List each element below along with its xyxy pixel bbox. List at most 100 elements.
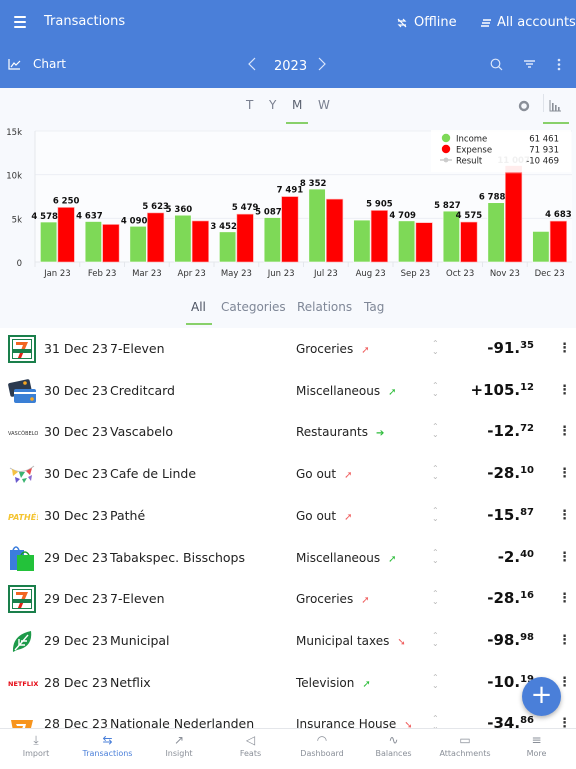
prev-year-button[interactable] [248,57,256,75]
income-bar [532,231,550,263]
reorder-handle-icon[interactable]: ⌃ ⌄ [432,423,439,439]
transaction-date: 28 Dec 23 [44,674,108,690]
reorder-handle-icon[interactable]: ⌃ ⌄ [432,381,439,398]
transaction-date: 29 Dec 23 [44,549,108,565]
transaction-category[interactable]: Groceries ➚ [296,342,370,356]
transaction-payee: Pathé [110,507,146,523]
svg-text:NETFLIX: NETFLIX [8,680,38,688]
more-vertical-icon[interactable]: ⋮ [558,675,571,690]
transaction-date: 30 Dec 23 [44,382,108,398]
reorder-handle-icon[interactable]: ⌃ ⌄ [432,548,439,565]
search-button[interactable] [490,58,503,75]
transaction-payee: Cafe de Linde [110,466,197,482]
transaction-row[interactable]: 30 Dec 23 Creditcard Miscellaneous ➚ ⌃ ⌄ +105.… [0,370,576,412]
filter-tab-tag[interactable]: Tag [364,300,384,314]
reorder-handle-icon[interactable]: ⌃ ⌄ [432,465,439,481]
more-vertical-icon[interactable]: ⋮ [558,466,571,481]
search-icon [490,58,503,71]
transaction-category[interactable]: Miscellaneous ➚ [296,551,397,565]
period-tab-t[interactable]: T [246,98,253,112]
transaction-category[interactable]: Municipal taxes ➘ [296,634,406,648]
nav-feats[interactable]: ◁ Feats [215,729,287,769]
chart-toggle-button[interactable]: Chart [8,57,66,71]
transaction-row[interactable]: NETFLIX 28 Dec 23 Netflix Television ➚ ⌃ ⌄ -10.… [0,662,576,704]
more-options-button[interactable] [557,58,561,75]
reorder-handle-icon[interactable]: ⌃ ⌄ [432,340,439,356]
amount-main: -12. [487,422,521,441]
transaction-category[interactable]: Miscellaneous ➚ [296,384,397,398]
transaction-category[interactable]: Go out ➚ [296,509,353,523]
transaction-row[interactable]: 29 Dec 23 Municipal Municipal taxes ➘ ⌃ ⌄ -98.… [0,620,576,662]
category-label: Miscellaneous [296,383,381,398]
bar-chart-icon [549,100,561,112]
transaction-row[interactable]: 29 Dec 23 Tabakspec. Bisschops Miscellaneo… [0,537,576,579]
income-value-label: 5 360 [166,205,193,215]
donut-chart-button[interactable] [518,97,530,116]
filter-tab-underline [186,323,212,325]
filter-tab-relations[interactable]: Relations [297,300,352,314]
amount-main: -15. [487,505,521,524]
chart-type-underline [543,122,569,124]
legend-marker-income [441,133,451,143]
nav-attachments[interactable]: ▭ Attachments [429,729,501,769]
x-tick-label: Apr 23 [178,269,206,279]
transaction-row[interactable]: 31 Dec 23 7-Eleven Groceries ➚ ⌃ ⌄ -91.35 ⋮ [0,328,576,370]
more-vertical-icon[interactable]: ⋮ [558,591,571,606]
more-vertical-icon[interactable]: ⋮ [558,550,571,565]
expense-bar [505,172,523,263]
income-value-label: 4 090 [121,216,148,226]
transaction-category[interactable]: Restaurants ➔ [296,425,384,439]
income-value-label: 6 788 [479,193,506,203]
transaction-category[interactable]: Television ➚ [296,676,371,690]
more-vertical-icon[interactable]: ⋮ [558,508,571,523]
income-bar [129,225,147,263]
more-vertical-icon[interactable]: ⋮ [558,633,571,648]
reorder-handle-icon[interactable]: ⌃ ⌄ [432,673,439,690]
filter-icon [524,60,535,68]
period-tab-w[interactable]: W [318,98,330,112]
filter-tab-all[interactable]: All [191,300,206,314]
chevron-right-icon [318,57,326,71]
all-accounts-button[interactable]: All accounts [480,15,576,30]
transaction-row[interactable]: 29 Dec 23 7-Eleven Groceries ➚ ⌃ ⌄ -28.16 ⋮ [0,578,576,620]
nav-dashboard[interactable]: ◠ Dashboard [286,729,358,769]
income-value-label: 8 352 [300,179,327,189]
more-vertical-icon[interactable]: ⋮ [558,341,571,356]
amount-cents: 16 [520,590,534,602]
more-vertical-icon[interactable]: ⋮ [558,383,571,398]
transaction-category[interactable]: Go out ➚ [296,467,353,481]
filter-tab-categories[interactable]: Categories [221,300,286,314]
nav-import[interactable]: ⤓ Import [0,729,72,769]
reorder-handle-icon[interactable]: ⌃ ⌄ [432,590,439,606]
expense-bar [191,220,209,263]
nav-label: Attachments [439,749,491,758]
x-tick-label: Feb 23 [88,269,117,279]
transaction-row[interactable]: 30 Dec 23 Cafe de Linde Go out ➚ ⌃ ⌄ -28.10 ⋮ [0,453,576,495]
transaction-row[interactable]: VASCÕBELO 30 Dec 23 Vascabelo Restaurants ➔ ⌃… [0,411,576,453]
nav-transactions[interactable]: ⇆ Transactions [72,729,144,769]
next-year-button[interactable] [318,57,326,75]
more-vertical-icon[interactable]: ⋮ [558,424,571,439]
hamburger-icon[interactable] [14,16,26,28]
nav-balances[interactable]: ∿ Balances [358,729,430,769]
period-tab-y[interactable]: Y [269,98,276,112]
transactions-icon: ⇆ [102,733,113,747]
transaction-row[interactable]: PATHÉ! 30 Dec 23 Pathé Go out ➚ ⌃ ⌄ -15.87 ⋮ [0,495,576,537]
period-tab-m[interactable]: M [292,98,302,112]
nav-more[interactable]: ≡ More [501,729,573,769]
amount-cents: 12 [520,381,534,393]
add-transaction-button[interactable]: + [522,677,561,716]
bar-chart-button[interactable] [549,97,561,116]
transaction-category[interactable]: Groceries ➚ [296,592,370,606]
filter-button[interactable] [523,58,536,74]
expense-value-label: 5 905 [366,199,393,209]
reorder-handle-icon[interactable]: ⌃ ⌄ [432,506,439,523]
transaction-amount: -15.87 [487,506,534,524]
offline-button[interactable]: Offline [396,15,457,30]
category-label: Groceries [296,592,354,607]
dashboard-icon: ◠ [316,733,328,747]
reorder-handle-icon[interactable]: ⌃ ⌄ [432,631,439,648]
trend-arrow-up-right-icon: ➚ [361,595,370,607]
nav-insight[interactable]: ↗ Insight [143,729,215,769]
sync-off-icon [397,18,407,27]
